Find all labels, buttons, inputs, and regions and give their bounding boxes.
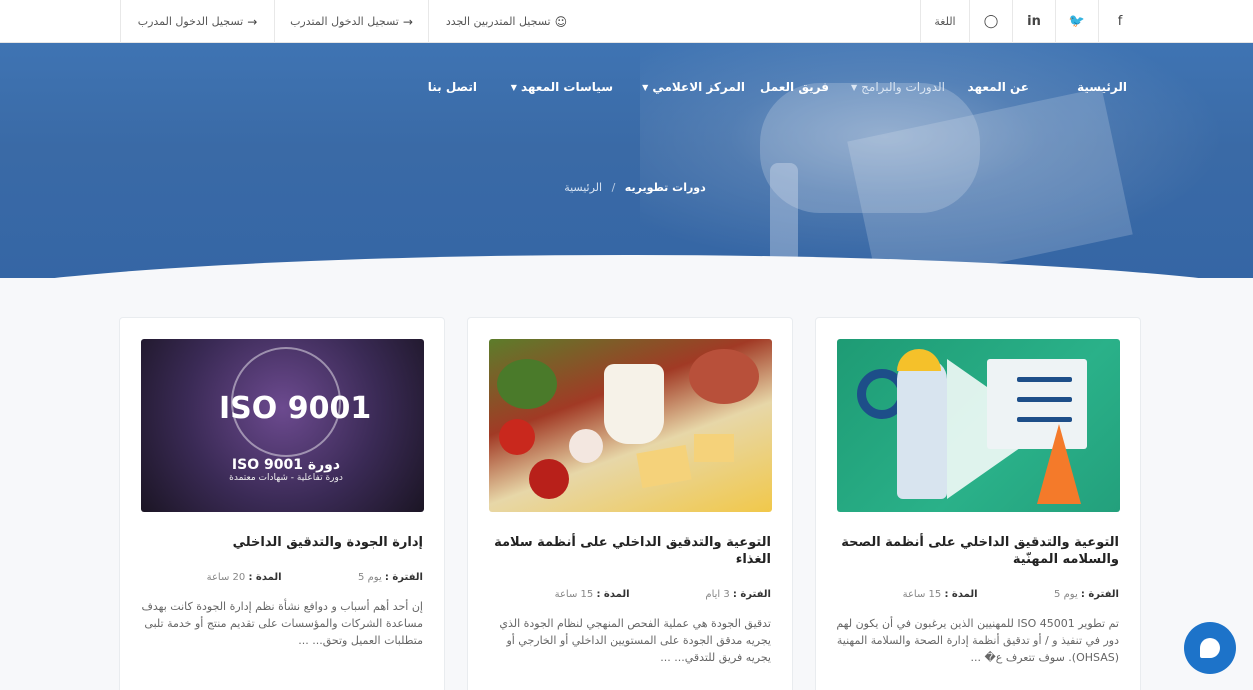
course-card[interactable]: التوعية والتدقيق الداخلي على أنظمة الصحة… bbox=[815, 317, 1141, 690]
breadcrumb: دورات تطويريه / الرئيسية bbox=[560, 181, 710, 194]
trainer-login-label: تسجيل الدخول المدرب bbox=[137, 15, 244, 28]
new-trainees-link[interactable]: تسجيل المتدربين الجدد ☺ bbox=[428, 0, 584, 43]
traffic-cone-icon bbox=[1037, 424, 1081, 504]
user-icon: ☺ bbox=[554, 14, 568, 29]
course-description: تم تطوير ISO 45001 للمهنيين الذين يرغبون… bbox=[836, 617, 1119, 664]
course-description: تدقيق الجودة هي عملية الفحص المنهجي لنظا… bbox=[499, 617, 771, 664]
lettuce bbox=[497, 359, 557, 409]
new-trainees-label: تسجيل المتدربين الجدد bbox=[445, 15, 551, 28]
login-icon: → bbox=[247, 14, 258, 29]
tomato bbox=[529, 459, 569, 499]
chat-button[interactable] bbox=[1184, 622, 1236, 674]
course-description: إن أحد أهم أسباب و دوافع نشأة نظم إدارة … bbox=[141, 600, 424, 647]
course-meta: الفترة : 3 ايام المدة : 15 ساعة bbox=[554, 589, 771, 600]
linkedin-link[interactable]: in bbox=[1012, 0, 1055, 43]
facebook-link[interactable]: f bbox=[1098, 0, 1141, 43]
breadcrumb-separator: / bbox=[611, 181, 616, 194]
iso-badge: ISO 9001 bbox=[219, 391, 372, 426]
language-label: اللغة bbox=[934, 15, 956, 28]
course-card[interactable]: ISO 9001 دورة ISO 9001 دورة تفاعلية - شه… bbox=[119, 317, 445, 690]
tomato bbox=[499, 419, 535, 455]
hero-stamp bbox=[770, 163, 798, 263]
instagram-icon: ◯ bbox=[983, 14, 999, 29]
instagram-link[interactable]: ◯ bbox=[969, 0, 1012, 43]
nav-media[interactable]: المركز الاعلامي ▼ bbox=[642, 80, 745, 94]
iso-course-label: دورة ISO 9001 bbox=[231, 457, 341, 473]
salami-slice bbox=[569, 429, 603, 463]
course-meta: الفترة : يوم 5 المدة : 20 ساعة bbox=[206, 572, 423, 583]
trainee-login-link[interactable]: تسجيل الدخول المتدرب → bbox=[274, 0, 428, 43]
nav-team[interactable]: فريق العمل bbox=[760, 80, 829, 94]
nav-contact[interactable]: اتصل بنا bbox=[428, 80, 477, 94]
course-title[interactable]: إدارة الجودة والتدقيق الداخلي bbox=[140, 534, 423, 551]
trainee-login-label: تسجيل الدخول المتدرب bbox=[290, 15, 399, 28]
cheese-block bbox=[636, 444, 692, 489]
chevron-down-icon: ▼ bbox=[510, 82, 517, 92]
twitter-icon: 🐦 bbox=[1068, 14, 1086, 29]
language-selector[interactable]: اللغة bbox=[920, 0, 969, 43]
iso-caption: دورة ISO 9001 دورة تفاعلية - شهادات معتم… bbox=[211, 457, 361, 497]
course-image[interactable] bbox=[489, 339, 772, 512]
twitter-link[interactable]: 🐦 bbox=[1055, 0, 1098, 43]
worker-figure bbox=[897, 359, 947, 499]
chat-bubble-icon bbox=[1200, 638, 1220, 658]
nav-courses[interactable]: الدورات والبرامج ▼ bbox=[851, 80, 945, 94]
trainer-login-link[interactable]: تسجيل الدخول المدرب → bbox=[120, 0, 274, 43]
course-image[interactable]: ISO 9001 دورة ISO 9001 دورة تفاعلية - شه… bbox=[141, 339, 424, 512]
iso-sub-label: دورة تفاعلية - شهادات معتمدة bbox=[229, 473, 343, 483]
breadcrumb-current: دورات تطويريه bbox=[624, 181, 706, 194]
chevron-down-icon: ▼ bbox=[850, 82, 858, 92]
course-image[interactable] bbox=[837, 339, 1120, 512]
course-title[interactable]: التوعية والتدقيق الداخلي على أنظمة سلامة… bbox=[488, 534, 771, 568]
login-icon: → bbox=[402, 14, 413, 29]
breadcrumb-home[interactable]: الرئيسية bbox=[564, 181, 602, 194]
nav-home[interactable]: الرئيسية bbox=[1077, 80, 1127, 94]
facebook-icon: f bbox=[1117, 14, 1123, 29]
chevron-down-icon: ▼ bbox=[642, 82, 649, 92]
meat bbox=[689, 349, 759, 404]
milk-jug bbox=[604, 364, 664, 444]
main-nav: الرئيسية عن المعهد الدورات والبرامج ▼ فري… bbox=[0, 43, 1253, 133]
course-card[interactable]: التوعية والتدقيق الداخلي على أنظمة سلامة… bbox=[467, 317, 793, 690]
linkedin-icon: in bbox=[1027, 14, 1041, 29]
nav-about[interactable]: عن المعهد bbox=[968, 80, 1029, 94]
cheese-block bbox=[694, 434, 734, 462]
course-title[interactable]: التوعية والتدقيق الداخلي على أنظمة الصحة… bbox=[836, 534, 1119, 568]
top-bar: f 🐦 in ◯ اللغة تسجيل المتدربين الجدد ☺ ت… bbox=[0, 0, 1253, 43]
helmet-icon bbox=[897, 349, 941, 371]
nav-policies[interactable]: سياسات المعهد ▼ bbox=[511, 80, 613, 94]
course-meta: الفترة : يوم 5 المدة : 15 ساعة bbox=[902, 589, 1119, 600]
